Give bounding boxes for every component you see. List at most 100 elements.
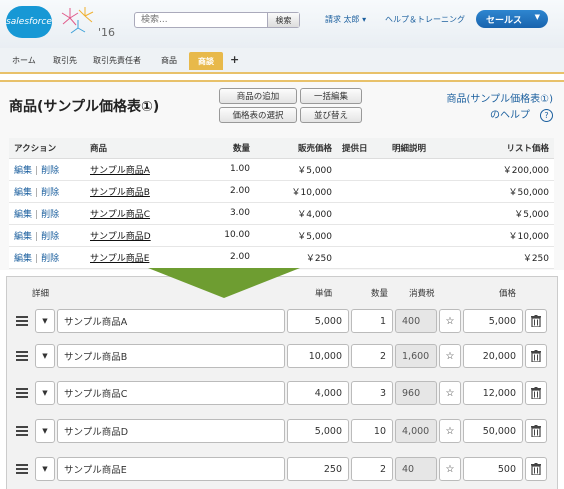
product-name-input[interactable]: サンプル商品A xyxy=(57,309,285,333)
add-tab-icon[interactable]: + xyxy=(230,53,239,66)
delete-link[interactable]: 削除 xyxy=(41,232,59,242)
tab-home[interactable]: ホーム xyxy=(12,55,36,66)
quantity-input[interactable]: 3 xyxy=(351,381,393,405)
sales-price-cell: ￥5,000 xyxy=(255,224,337,247)
edit-all-button[interactable]: 一括編集 xyxy=(300,88,362,104)
drag-handle-icon[interactable] xyxy=(16,426,28,438)
star-icon[interactable]: ☆ xyxy=(439,344,461,368)
product-link[interactable]: サンプル商品B xyxy=(90,188,150,198)
sort-button[interactable]: 並び替え xyxy=(300,107,362,123)
unit-price-input[interactable]: 250 xyxy=(287,457,349,481)
row-menu-dropdown[interactable]: ▼ xyxy=(35,457,55,481)
search-input[interactable] xyxy=(135,13,267,27)
related-list-title: 商品(サンプル価格表①) xyxy=(9,99,160,115)
choose-price-book-button[interactable]: 価格表の選択 xyxy=(219,107,297,123)
trash-icon[interactable] xyxy=(525,344,547,368)
drag-handle-icon[interactable] xyxy=(16,388,28,400)
edit-link[interactable]: 編集 xyxy=(14,232,32,242)
sales-price-cell: ￥10,000 xyxy=(255,180,337,203)
drag-handle-icon[interactable] xyxy=(16,464,28,476)
user-menu[interactable]: 請求 太郎 ▾ xyxy=(325,14,366,25)
description-cell xyxy=(387,224,467,247)
row-menu-dropdown[interactable]: ▼ xyxy=(35,309,55,333)
edit-link[interactable]: 編集 xyxy=(14,254,32,264)
col-list-price: リスト価格 xyxy=(467,138,554,159)
description-cell xyxy=(387,246,467,269)
quantity-input[interactable]: 10 xyxy=(351,419,393,443)
list-price-cell: ￥10,000 xyxy=(467,224,554,247)
table-row: 編集 | 削除 サンプル商品E 2.00 ￥250 ￥250 xyxy=(9,246,554,269)
price-input[interactable]: 50,000 xyxy=(463,419,523,443)
price-input[interactable]: 500 xyxy=(463,457,523,481)
col-sales-price: 販売価格 xyxy=(255,138,337,159)
row-menu-dropdown[interactable]: ▼ xyxy=(35,419,55,443)
product-link[interactable]: サンプル商品C xyxy=(90,210,150,220)
help-training-link[interactable]: ヘルプ＆トレーニング xyxy=(385,14,465,25)
fireworks-icon xyxy=(61,7,94,34)
product-link[interactable]: サンプル商品A xyxy=(90,166,150,176)
product-name-input[interactable]: サンプル商品B xyxy=(57,344,285,368)
unit-price-input[interactable]: 4,000 xyxy=(287,381,349,405)
help-question-icon[interactable]: ? xyxy=(540,109,553,122)
products-related-list: 商品(サンプル価格表①) 商品の追加 一括編集 価格表の選択 並び替え 商品(サ… xyxy=(0,80,564,270)
editor-row: ▼ サンプル商品B 10,000 2 1,600 ☆ 20,000 xyxy=(7,344,559,370)
price-input[interactable]: 20,000 xyxy=(463,344,523,368)
add-product-button[interactable]: 商品の追加 xyxy=(219,88,297,104)
unit-price-input[interactable]: 5,000 xyxy=(287,419,349,443)
editor-row: ▼ サンプル商品A 5,000 1 400 ☆ 5,000 xyxy=(7,309,559,335)
service-date-cell xyxy=(337,180,387,203)
tab-contacts[interactable]: 取引先責任者 xyxy=(93,55,141,66)
price-input[interactable]: 5,000 xyxy=(463,309,523,333)
salesforce-logo[interactable]: salesforce xyxy=(6,6,52,38)
product-name-input[interactable]: サンプル商品E xyxy=(57,457,285,481)
editor-header-tax: 消費税 xyxy=(409,289,435,299)
trash-icon[interactable] xyxy=(525,309,547,333)
delete-link[interactable]: 削除 xyxy=(41,166,59,176)
delete-link[interactable]: 削除 xyxy=(41,210,59,220)
unit-price-input[interactable]: 5,000 xyxy=(287,309,349,333)
action-separator: | xyxy=(35,209,39,220)
quantity-input[interactable]: 2 xyxy=(351,344,393,368)
tab-products[interactable]: 商品 xyxy=(161,55,177,66)
list-price-cell: ￥5,000 xyxy=(467,202,554,225)
table-row: 編集 | 削除 サンプル商品A 1.00 ￥5,000 ￥200,000 xyxy=(9,158,554,181)
quantity-input[interactable]: 2 xyxy=(351,457,393,481)
product-name-input[interactable]: サンプル商品D xyxy=(57,419,285,443)
editor-header-price: 価格 xyxy=(499,289,517,299)
product-link[interactable]: サンプル商品E xyxy=(90,254,149,264)
quantity-input[interactable]: 1 xyxy=(351,309,393,333)
description-cell xyxy=(387,158,467,181)
star-icon[interactable]: ☆ xyxy=(439,381,461,405)
search-button[interactable]: 検索 xyxy=(267,13,299,27)
edit-link[interactable]: 編集 xyxy=(14,166,32,176)
trash-icon[interactable] xyxy=(525,457,547,481)
drag-handle-icon[interactable] xyxy=(16,316,28,328)
star-icon[interactable]: ☆ xyxy=(439,457,461,481)
product-name-input[interactable]: サンプル商品C xyxy=(57,381,285,405)
unit-price-input[interactable]: 10,000 xyxy=(287,344,349,368)
tax-field: 1,600 xyxy=(395,344,437,368)
table-row: 編集 | 削除 サンプル商品C 3.00 ￥4,000 ￥5,000 xyxy=(9,202,554,225)
edit-link[interactable]: 編集 xyxy=(14,210,32,220)
trash-icon[interactable] xyxy=(525,419,547,443)
row-menu-dropdown[interactable]: ▼ xyxy=(35,344,55,368)
quantity-cell: 2.00 xyxy=(217,180,255,203)
editor-header-unit-price: 単価 xyxy=(315,289,333,299)
app-switcher-button[interactable]: セールス ▼ xyxy=(476,10,548,28)
row-menu-dropdown[interactable]: ▼ xyxy=(35,381,55,405)
trash-icon[interactable] xyxy=(525,381,547,405)
tab-accounts[interactable]: 取引先 xyxy=(53,55,77,66)
related-list-help[interactable]: 商品(サンプル価格表①) のヘルプ? xyxy=(447,92,553,124)
edit-link[interactable]: 編集 xyxy=(14,188,32,198)
tax-field: 40 xyxy=(395,457,437,481)
star-icon[interactable]: ☆ xyxy=(439,419,461,443)
tax-field: 4,000 xyxy=(395,419,437,443)
drag-handle-icon[interactable] xyxy=(16,351,28,363)
delete-link[interactable]: 削除 xyxy=(41,188,59,198)
tab-opportunities[interactable]: 商談 xyxy=(189,52,223,70)
product-link[interactable]: サンプル商品D xyxy=(90,232,151,242)
sales-price-cell: ￥4,000 xyxy=(255,202,337,225)
star-icon[interactable]: ☆ xyxy=(439,309,461,333)
price-input[interactable]: 12,000 xyxy=(463,381,523,405)
delete-link[interactable]: 削除 xyxy=(41,254,59,264)
